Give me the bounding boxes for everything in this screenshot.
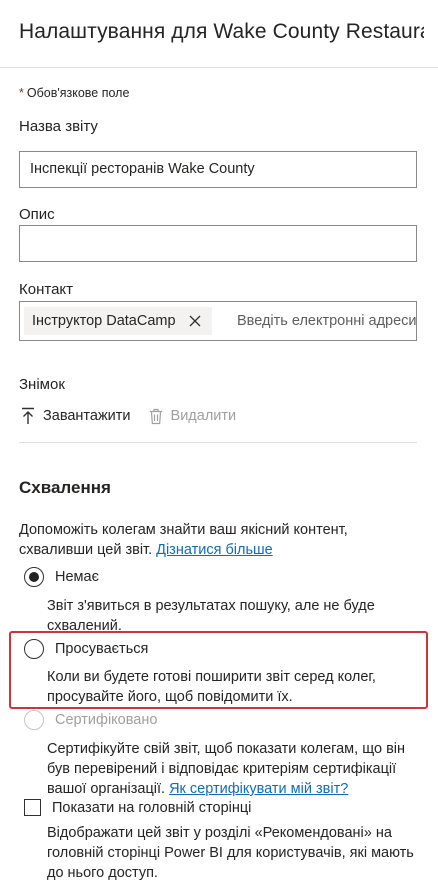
- featured-checkbox[interactable]: [24, 799, 41, 816]
- contact-label: Контакт: [19, 281, 74, 298]
- radio-certified-description: Сертифікуйте свій звіт, щоб показати кол…: [47, 739, 419, 799]
- featured-label: Показати на головній сторінці: [52, 799, 252, 816]
- featured-description: Відображати цей звіт у розділі «Рекоменд…: [47, 825, 414, 881]
- contact-input[interactable]: Інструктор DataCamp Введіть електронні а…: [19, 301, 417, 341]
- radio-button-checked[interactable]: [24, 567, 44, 587]
- radio-none-description: Звіт з'явиться в результатах пошуку, але…: [47, 598, 375, 634]
- description-input[interactable]: [19, 225, 417, 262]
- contact-chip-label: Інструктор DataCamp: [32, 313, 176, 329]
- page-title: Налаштування для Wake County Restaurant …: [19, 20, 424, 43]
- contact-chip: Інструктор DataCamp: [24, 307, 212, 335]
- contact-placeholder[interactable]: Введіть електронні адреси: [237, 313, 417, 329]
- trash-icon: [147, 406, 165, 426]
- upload-icon: [19, 406, 37, 426]
- endorsement-intro: Допоможіть колегам знайти ваш якісний ко…: [19, 520, 419, 560]
- learn-more-link[interactable]: Дізнатися більше: [156, 542, 273, 558]
- radio-none[interactable]: Немає: [24, 567, 99, 587]
- upload-button[interactable]: Завантажити: [19, 406, 131, 426]
- report-name-label: Назва звіту: [19, 118, 98, 135]
- endorsement-title: Схвалення: [19, 478, 111, 497]
- delete-label: Видалити: [170, 408, 237, 424]
- close-icon[interactable]: [184, 310, 206, 332]
- featured-checkbox-row[interactable]: Показати на головній сторінці: [24, 799, 251, 816]
- section-divider: [19, 442, 417, 443]
- required-note-text: Обов'язкове поле: [26, 86, 130, 100]
- delete-button[interactable]: Видалити: [147, 406, 237, 426]
- required-star: *: [19, 86, 24, 100]
- snapshot-actions: Завантажити Видалити: [19, 404, 252, 428]
- settings-header: Налаштування для Wake County Restaurant …: [0, 0, 438, 68]
- radio-none-label: Немає: [55, 569, 99, 585]
- radio-button-disabled[interactable]: [24, 710, 44, 730]
- radio-certified[interactable]: Сертифіковано: [24, 710, 157, 730]
- upload-label: Завантажити: [43, 408, 131, 424]
- required-field-note: * Обов'язкове поле: [19, 86, 129, 100]
- how-to-certify-link[interactable]: Як сертифікувати мій звіт?: [169, 781, 348, 797]
- radio-certified-label: Сертифіковано: [55, 712, 158, 728]
- highlight-box: [9, 631, 428, 709]
- description-label: Опис: [19, 206, 55, 223]
- snapshot-label: Знімок: [19, 376, 65, 393]
- report-name-input[interactable]: Інспекції ресторанів Wake County: [19, 151, 417, 188]
